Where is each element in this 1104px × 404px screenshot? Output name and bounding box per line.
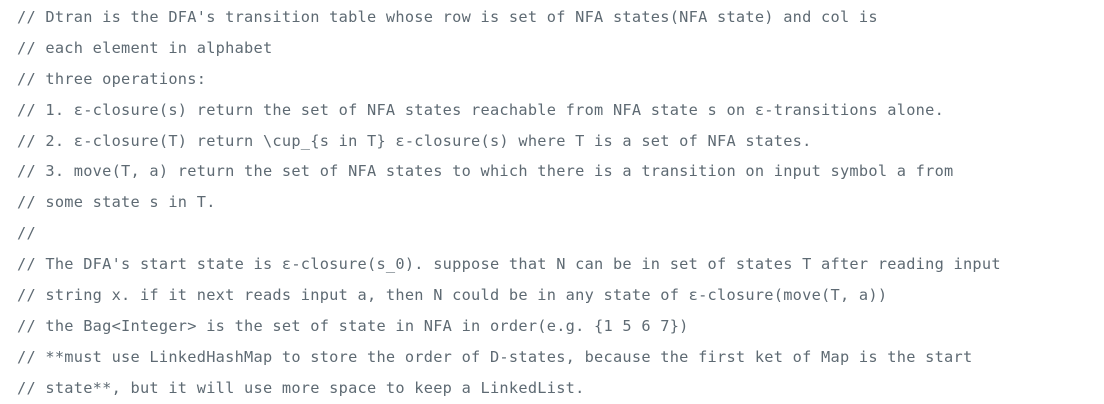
code-line: // 2. ε-closure(T) return \cup_{s in T} …: [17, 131, 812, 150]
code-line: // 1. ε-closure(s) return the set of NFA…: [17, 100, 945, 119]
code-line: // three operations:: [17, 69, 207, 88]
code-block: // Dtran is the DFA's transition table w…: [0, 0, 1104, 400]
code-line: // some state s in T.: [17, 193, 216, 212]
code-line: // each element in alphabet: [17, 38, 273, 57]
code-line: // 3. move(T, a) return the set of NFA s…: [17, 162, 954, 181]
code-line: // string x. if it next reads input a, t…: [17, 286, 888, 305]
code-line: //: [17, 224, 36, 243]
code-line: // **must use LinkedHashMap to store the…: [17, 347, 973, 366]
code-line: // The DFA's start state is ε-closure(s_…: [17, 255, 1001, 274]
code-line: // state**, but it will use more space t…: [17, 378, 585, 397]
code-line: // Dtran is the DFA's transition table w…: [17, 8, 878, 26]
code-line: // the Bag<Integer> is the set of state …: [17, 316, 689, 335]
